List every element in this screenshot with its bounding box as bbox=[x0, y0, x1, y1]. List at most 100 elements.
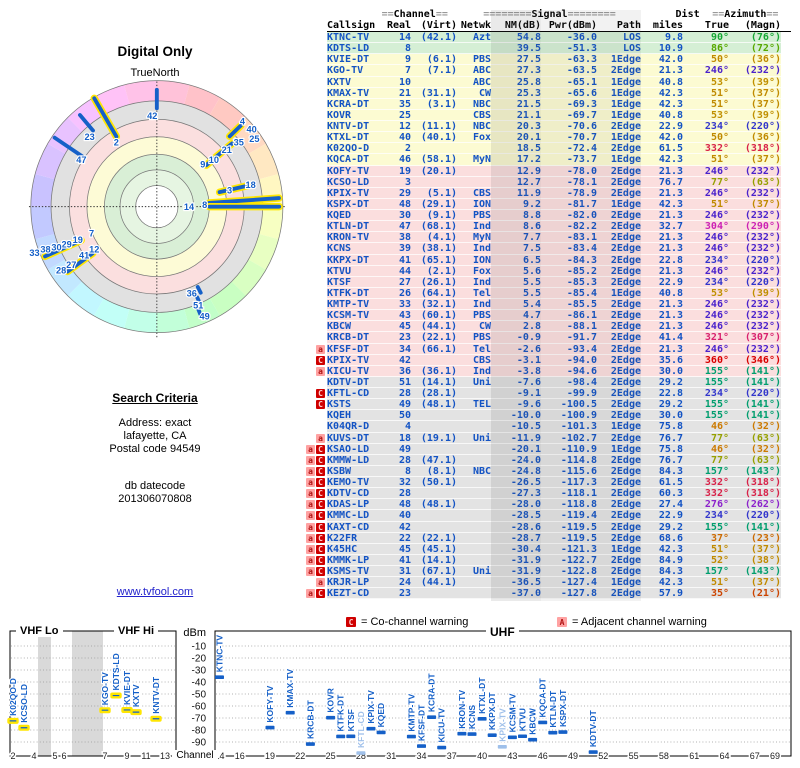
cell-callsign: KRJR-LP bbox=[327, 577, 387, 588]
cell-magn-azimuth: (290°) bbox=[729, 221, 781, 232]
table-row: KPIX-TV29(5.1)CBS11.9-78.92Edge21.3246°(… bbox=[305, 188, 791, 199]
cell-path: 2Edge bbox=[597, 143, 641, 154]
cell-netwk: ION bbox=[457, 199, 491, 210]
cell-nm: 25.3 bbox=[491, 88, 541, 99]
cell-pwr: -102.7 bbox=[541, 433, 597, 444]
cell-magn-azimuth: (23°) bbox=[729, 533, 781, 544]
station-callsign-label: KCRA-DT bbox=[427, 673, 437, 713]
cell-real: 44 bbox=[387, 266, 411, 277]
station-callsign-label: KTNC-TV bbox=[215, 635, 225, 673]
channel-tick-label: 19 bbox=[265, 751, 275, 761]
db-datecode-label: db datecode bbox=[0, 480, 310, 493]
cell-true-azimuth: 246° bbox=[683, 188, 729, 199]
signal-bar bbox=[478, 717, 487, 721]
cell-real: 33 bbox=[387, 299, 411, 310]
cell-callsign: KFTL-CD bbox=[327, 388, 387, 399]
cell-miles: 21.3 bbox=[641, 188, 683, 199]
radar-channel-label: 19 bbox=[73, 235, 83, 245]
cell-magn-azimuth: (32°) bbox=[729, 444, 781, 455]
station-callsign-label: KPIX-TV bbox=[497, 708, 507, 742]
cell-netwk bbox=[457, 455, 491, 466]
cell-netwk: Fox bbox=[457, 266, 491, 277]
cell-magn-azimuth: (232°) bbox=[729, 232, 781, 243]
cell-magn-azimuth: (37°) bbox=[729, 544, 781, 555]
cell-netwk: Uni bbox=[457, 433, 491, 444]
cell-path: 2Edge bbox=[597, 533, 641, 544]
cell-nm: -31.9 bbox=[491, 566, 541, 577]
radar-channel-label: 49 bbox=[200, 311, 210, 321]
adjacent-channel-warning-badge: a bbox=[306, 478, 315, 487]
cell-netwk: TEL bbox=[457, 399, 491, 410]
col-magn: (Magn) bbox=[729, 21, 781, 32]
cell-miles: 42.3 bbox=[641, 577, 683, 588]
adjacent-channel-icon: A bbox=[557, 617, 567, 627]
table-row: aKRJR-LP24(44.1)-36.5-127.41Edge42.351°(… bbox=[305, 577, 791, 588]
cell-nm: -10.5 bbox=[491, 421, 541, 432]
cell-path: 2Edge bbox=[597, 566, 641, 577]
cell-real: 4 bbox=[387, 421, 411, 432]
cell-miles: 29.2 bbox=[641, 399, 683, 410]
table-row: KBCW45(44.1)CW2.8-88.12Edge21.3246°(232°… bbox=[305, 321, 791, 332]
cell-nm: 21.1 bbox=[491, 110, 541, 121]
table-row: KCSM-TV43(60.1)PBS4.7-86.12Edge21.3246°(… bbox=[305, 310, 791, 321]
cell-nm: 5.6 bbox=[491, 266, 541, 277]
cell-pwr: -85.5 bbox=[541, 299, 597, 310]
uhf-section-label: UHF bbox=[486, 625, 519, 639]
cell-path: 2Edge bbox=[597, 388, 641, 399]
radar-channel-label: 25 bbox=[249, 134, 259, 144]
station-callsign-label: KTSF bbox=[346, 709, 356, 731]
cell-virt bbox=[411, 421, 457, 432]
table-row: KQED30(9.1)PBS8.8-82.02Edge21.3246°(232°… bbox=[305, 210, 791, 221]
cell-true-azimuth: 234° bbox=[683, 277, 729, 288]
cell-true-azimuth: 77° bbox=[683, 433, 729, 444]
station-callsign-label: KBCW bbox=[528, 707, 538, 734]
cell-real: 42 bbox=[387, 522, 411, 533]
table-row: KTNC-TV14(42.1)Azt54.8-36.0LOS9.890°(76°… bbox=[305, 32, 791, 43]
table-row: aCKSMS-TV31(67.1)Uni-31.9-122.82Edge84.3… bbox=[305, 566, 791, 577]
cell-miles: 42.3 bbox=[641, 199, 683, 210]
cell-callsign: KMAX-TV bbox=[327, 88, 387, 99]
cell-true-azimuth: 246° bbox=[683, 65, 729, 76]
cell-virt: (60.1) bbox=[411, 310, 457, 321]
cell-netwk bbox=[457, 388, 491, 399]
col-true: True bbox=[683, 21, 729, 32]
cell-miles: 61.5 bbox=[641, 477, 683, 488]
cell-magn-azimuth: (220°) bbox=[729, 277, 781, 288]
cell-path: 2Edge bbox=[597, 243, 641, 254]
cell-magn-azimuth: (39°) bbox=[729, 110, 781, 121]
cell-miles: 68.6 bbox=[641, 533, 683, 544]
cell-path: 2Edge bbox=[597, 166, 641, 177]
spectrum-gap-band bbox=[38, 632, 51, 756]
cell-miles: 21.3 bbox=[641, 344, 683, 355]
radar-channel-label: 28 bbox=[56, 265, 66, 275]
cell-miles: 84.3 bbox=[641, 566, 683, 577]
cell-path: 2Edge bbox=[597, 477, 641, 488]
cell-pwr: -101.3 bbox=[541, 421, 597, 432]
radar-channel-label: 33 bbox=[29, 248, 39, 258]
cell-callsign: KDTV-DT bbox=[327, 377, 387, 388]
channel-tick-label: 22 bbox=[295, 751, 305, 761]
table-row: aCKMMW-LD28(47.1)-24.0-114.82Edge76.777°… bbox=[305, 455, 791, 466]
cell-miles: 21.3 bbox=[641, 310, 683, 321]
cell-path: 2Edge bbox=[597, 522, 641, 533]
table-row: KGO-TV7(7.1)ABC27.3-63.52Edge21.3246°(23… bbox=[305, 65, 791, 76]
table-row: KVIE-DT9(6.1)PBS27.5-63.31Edge42.050°(36… bbox=[305, 54, 791, 65]
cell-real: 18 bbox=[387, 433, 411, 444]
cell-real: 39 bbox=[387, 243, 411, 254]
cell-virt bbox=[411, 355, 457, 366]
co-channel-warning-badge: C bbox=[316, 489, 325, 498]
cell-pwr: -114.8 bbox=[541, 455, 597, 466]
cell-callsign: KUVS-DT bbox=[327, 433, 387, 444]
tvfool-link[interactable]: www.tvfool.com bbox=[117, 586, 193, 598]
cell-real: 45 bbox=[387, 321, 411, 332]
cell-miles: 21.3 bbox=[641, 243, 683, 254]
co-channel-warning-badge: C bbox=[316, 589, 325, 598]
table-group-header: ==Channel== ========Signal======== Dist … bbox=[305, 10, 791, 21]
cell-nm: -10.0 bbox=[491, 410, 541, 421]
station-callsign-label: KCNS bbox=[467, 705, 477, 729]
radar-channel-label: 3 bbox=[227, 185, 232, 195]
cell-virt: (32.1) bbox=[411, 299, 457, 310]
cell-true-azimuth: 157° bbox=[683, 566, 729, 577]
channel-tick-label: 13 bbox=[160, 751, 170, 761]
cell-virt: (14.1) bbox=[411, 377, 457, 388]
